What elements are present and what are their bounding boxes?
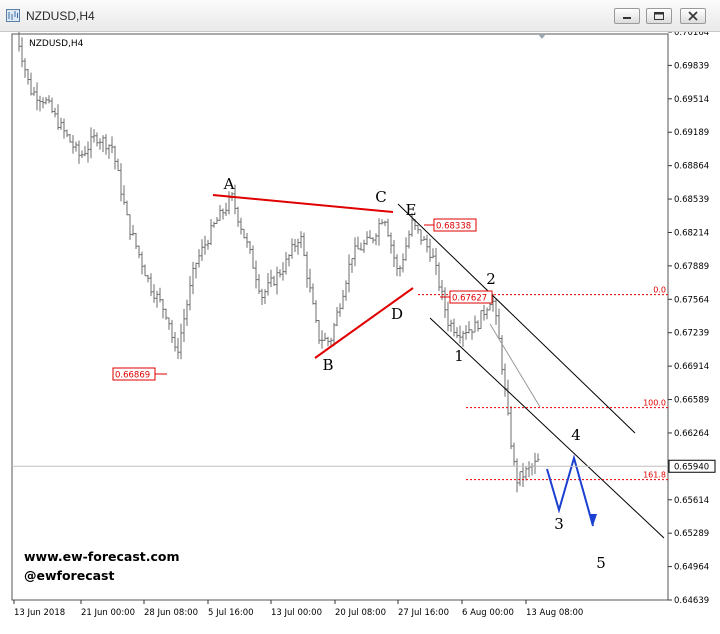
x-tick-label: 13 Aug 08:00 (526, 608, 583, 618)
y-tick-label: 0.65289 (674, 529, 709, 539)
y-tick-label: 0.69189 (674, 128, 709, 138)
wave-label: C (375, 188, 386, 206)
wave-label: 3 (554, 515, 564, 533)
wave-label: 1 (454, 347, 464, 365)
y-tick-label: 0.65614 (674, 496, 709, 506)
wave-label: E (406, 201, 417, 219)
close-button[interactable] (680, 8, 706, 24)
window-titlebar[interactable]: NZDUSD,H4 (0, 0, 720, 32)
fib-level-label: 0.0 (653, 286, 666, 295)
maximize-button[interactable] (646, 8, 672, 24)
y-tick-label: 0.67889 (674, 262, 709, 272)
y-tick-label: 0.67564 (674, 295, 709, 305)
plot-area[interactable] (11, 33, 669, 601)
wave-label: A (223, 175, 235, 193)
chart-window-icon (6, 9, 20, 22)
y-tick-label: 0.64639 (674, 596, 709, 606)
x-tick-label: 13 Jul 00:00 (271, 608, 322, 618)
watermark-url: www.ew-forecast.com (24, 549, 180, 564)
y-tick-label: 0.68214 (674, 228, 709, 238)
y-tick-label: 0.70164 (674, 32, 709, 38)
y-tick-label: 0.66914 (674, 362, 709, 372)
y-tick-label: 0.64964 (674, 563, 709, 573)
x-tick-label: 20 Jul 08:00 (335, 608, 386, 618)
current-price-label: 0.65940 (674, 462, 709, 472)
chart-symbol-label: NZDUSD,H4 (29, 39, 84, 49)
fib-level-label: 100.0 (643, 399, 666, 408)
y-tick-label: 0.68539 (674, 195, 709, 205)
wave-label: 4 (571, 426, 581, 444)
y-tick-label: 0.69839 (674, 61, 709, 71)
price-label-text: 0.66869 (115, 371, 150, 381)
y-tick-label: 0.67239 (674, 329, 709, 339)
price-label-text: 0.68338 (436, 222, 471, 232)
price-chart[interactable]: NZDUSD,H4 0.0 100.0 161.8 0.68338 0.67627 0.6… (0, 32, 720, 634)
minimize-icon (623, 17, 631, 19)
y-tick-label: 0.66589 (674, 396, 709, 406)
y-tick-label: 0.68864 (674, 162, 709, 172)
y-tick-label: 0.69514 (674, 95, 709, 105)
x-tick-label: 6 Aug 00:00 (462, 608, 514, 618)
x-tick-label: 27 Jul 16:00 (398, 608, 449, 618)
mt4-chart-window: NZDUSD,H4 NZDUSD,H4 0.0 100.0 161.8 0.68338… (0, 0, 720, 634)
wave-label: D (391, 305, 403, 323)
close-icon (688, 11, 698, 21)
wave-label: 2 (486, 270, 496, 288)
wave-label: 5 (596, 554, 606, 572)
x-tick-label: 21 Jun 00:00 (81, 608, 135, 618)
x-tick-label: 5 Jul 16:00 (208, 608, 254, 618)
time-axis: 13 Jun 2018 21 Jun 00:00 28 Jun 08:00 5 Jul… (13, 600, 583, 618)
watermark-handle: @ewforecast (24, 568, 114, 583)
wave-label: B (322, 356, 333, 374)
y-tick-label: 0.66264 (674, 429, 709, 439)
fib-level-label: 161.8 (643, 471, 666, 480)
minimize-button[interactable] (614, 8, 640, 24)
x-tick-label: 13 Jun 2018 (14, 608, 65, 618)
price-label-text: 0.67627 (452, 294, 487, 304)
maximize-icon (654, 12, 664, 20)
x-tick-label: 28 Jun 08:00 (144, 608, 198, 618)
window-title: NZDUSD,H4 (26, 9, 95, 23)
